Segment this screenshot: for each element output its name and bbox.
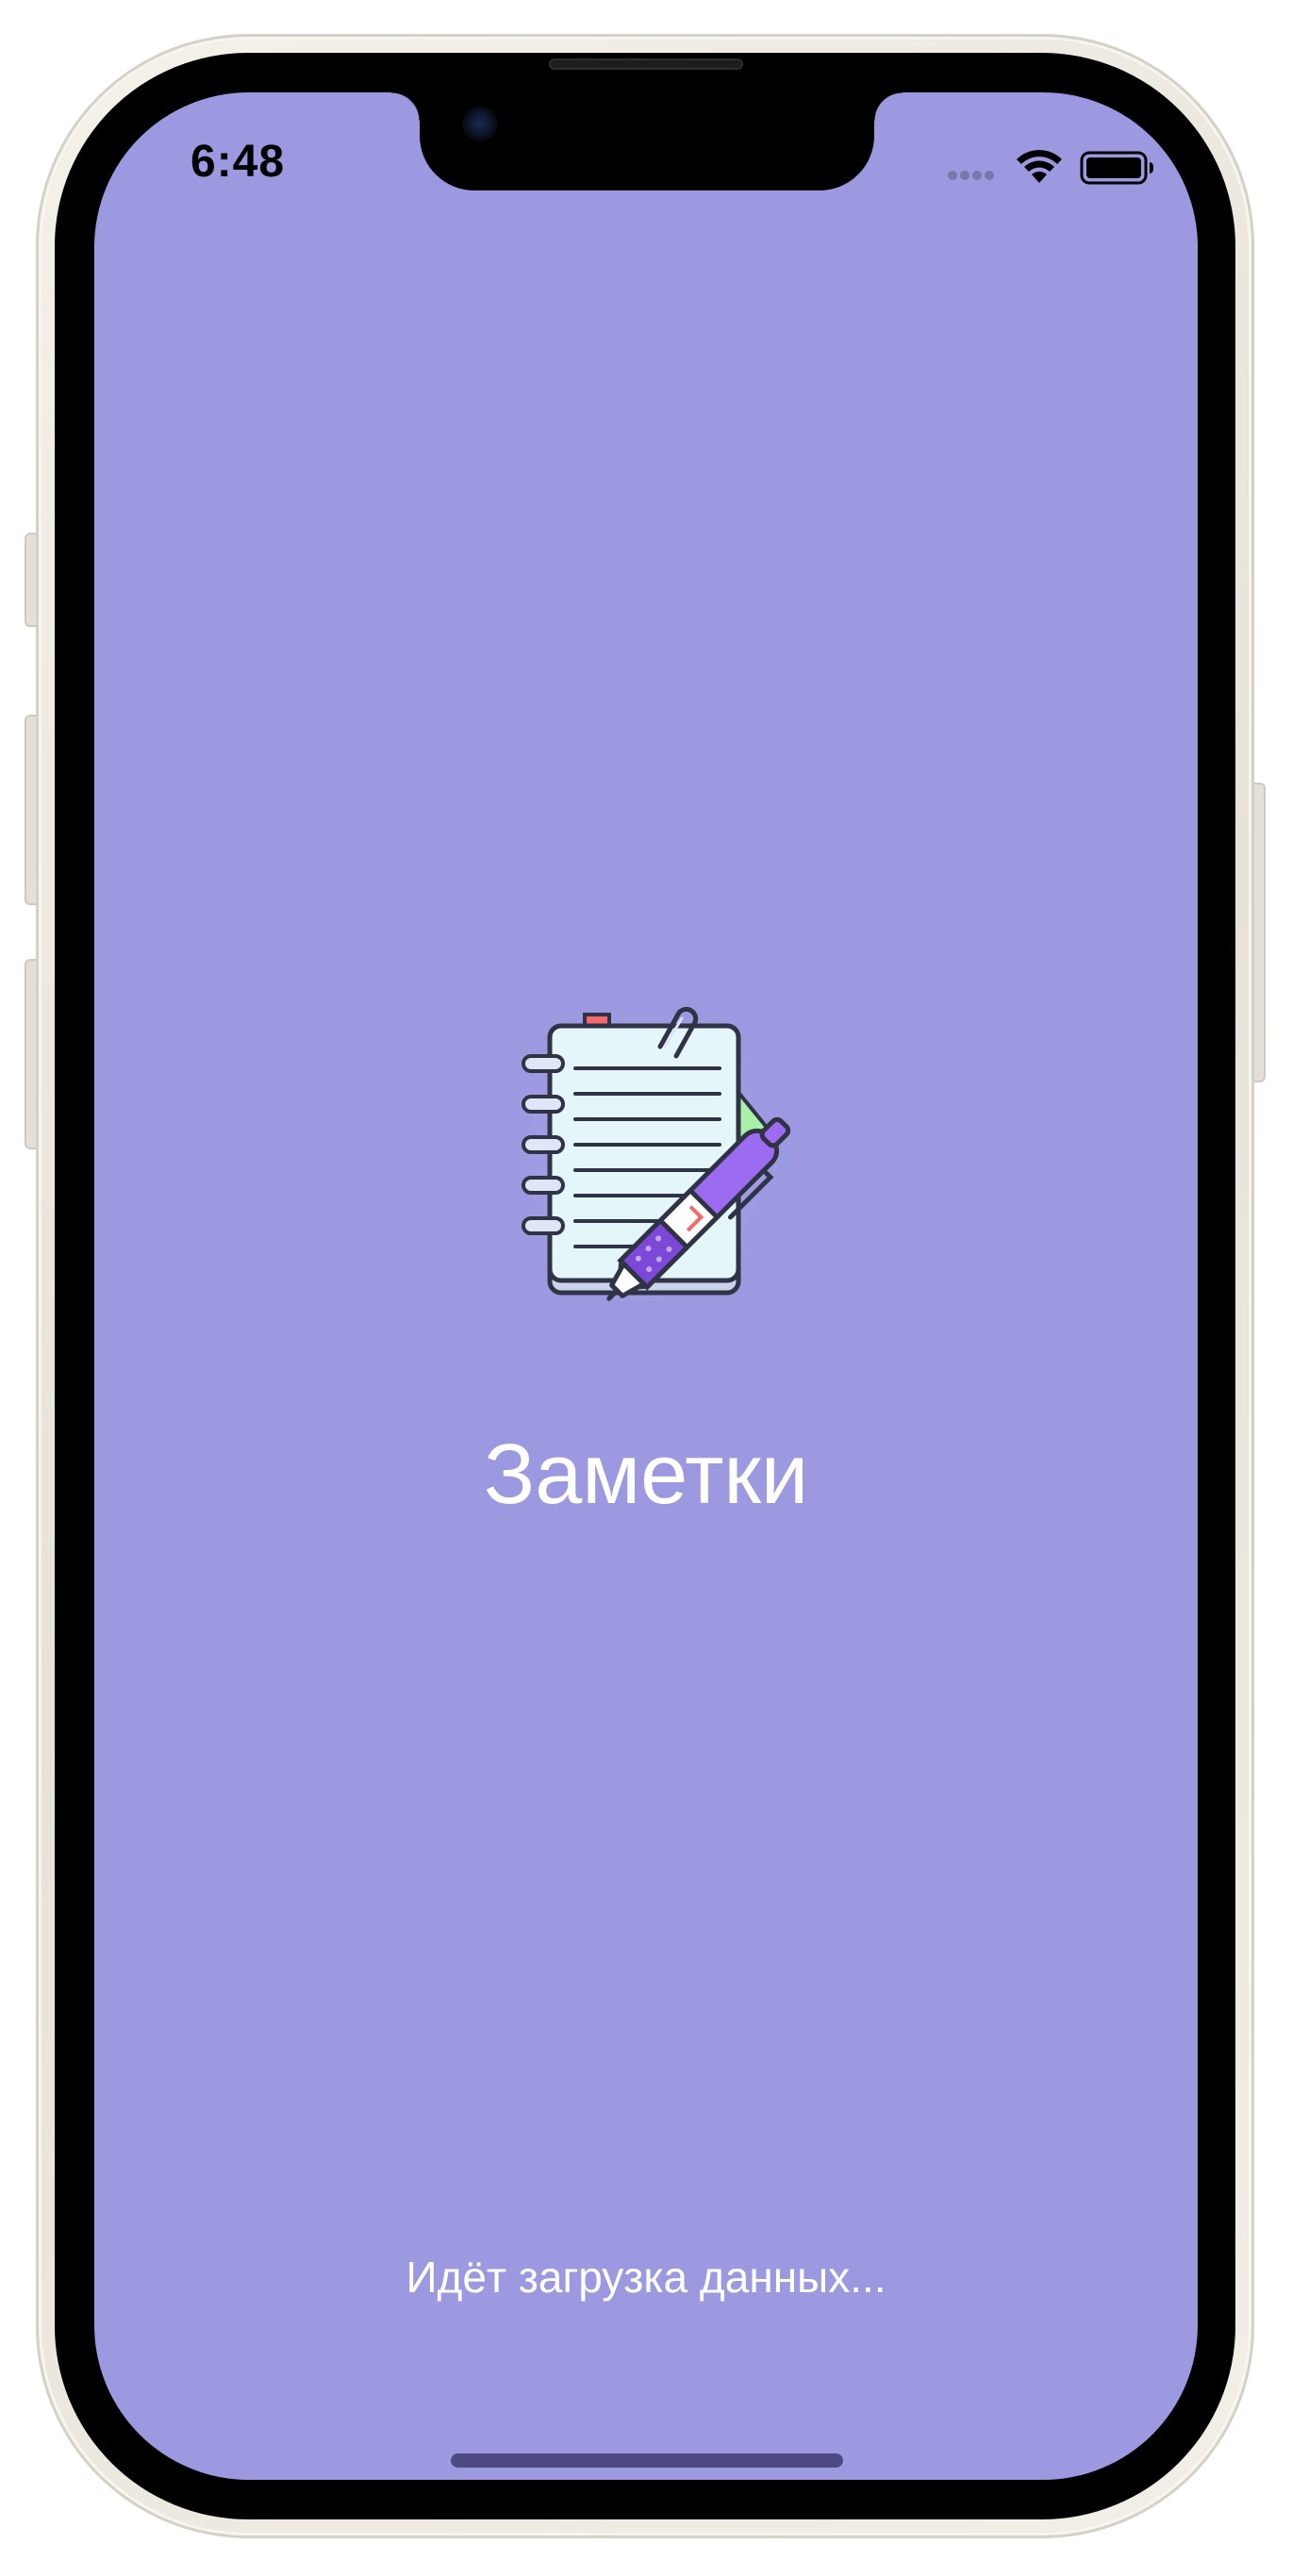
earpiece-speaker <box>549 58 743 70</box>
status-icons <box>948 149 1155 187</box>
notebook-with-pen-icon <box>481 993 811 1323</box>
device-mockup: 6:48 Заметки Идёт загрузка данных... <box>0 0 1292 2576</box>
cellular-signal-icon <box>948 168 1001 180</box>
power-button <box>1252 783 1266 1082</box>
home-indicator[interactable] <box>451 2453 843 2468</box>
loading-message: Идёт загрузка данных... <box>406 2253 886 2302</box>
app-title: Заметки <box>483 1428 809 1522</box>
status-time: 6:48 <box>190 137 286 187</box>
wifi-icon <box>1017 150 1062 183</box>
front-camera <box>462 106 498 141</box>
splash-screen: 6:48 Заметки Идёт загрузка данных... <box>94 92 1198 2480</box>
battery-icon <box>1080 151 1153 185</box>
